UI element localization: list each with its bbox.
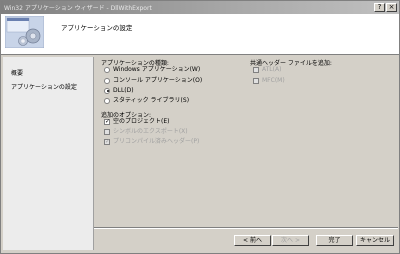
back-button[interactable]: < 前へ bbox=[234, 235, 271, 246]
radio-indicator-selected[interactable] bbox=[104, 87, 110, 94]
checkbox-precompiled-header: ✓ プリコンパイル済みヘッダー(P) bbox=[104, 137, 200, 145]
wizard-window: Win32 アプリケーション ウィザード - DllWithExport ? ×… bbox=[0, 0, 400, 254]
checkbox-atl: ATL(A) bbox=[253, 66, 281, 74]
button-divider bbox=[94, 227, 398, 229]
radio-indicator[interactable] bbox=[104, 66, 110, 73]
checkbox-indicator bbox=[253, 66, 259, 73]
radio-dll[interactable]: DLL(D) bbox=[104, 87, 134, 95]
wizard-header: アプリケーションの設定 bbox=[1, 14, 399, 55]
wizard-banner-icon bbox=[5, 16, 44, 48]
close-button[interactable]: × bbox=[386, 3, 397, 12]
radio-console-app[interactable]: コンソール アプリケーション(O) bbox=[104, 77, 202, 85]
checkbox-indicator-checked[interactable]: ✓ bbox=[104, 118, 110, 125]
help-button[interactable]: ? bbox=[374, 3, 385, 12]
wizard-sidebar: 概要 アプリケーションの設定 bbox=[3, 57, 94, 250]
sidebar-item-app-settings[interactable]: アプリケーションの設定 bbox=[11, 82, 77, 91]
checkbox-export-symbols: シンボルのエクスポート(X) bbox=[104, 128, 188, 136]
next-button: 次へ > bbox=[272, 235, 309, 246]
checkbox-empty-project[interactable]: ✓ 空のプロジェクト(E) bbox=[104, 118, 169, 126]
radio-indicator[interactable] bbox=[104, 77, 110, 84]
window-title: Win32 アプリケーション ウィザード - DllWithExport bbox=[4, 5, 152, 12]
page-title: アプリケーションの設定 bbox=[61, 24, 133, 32]
title-bar[interactable]: Win32 アプリケーション ウィザード - DllWithExport ? × bbox=[1, 1, 399, 14]
radio-windows-app[interactable]: Windows アプリケーション(W) bbox=[104, 66, 200, 74]
sidebar-item-overview[interactable]: 概要 bbox=[11, 68, 23, 77]
checkbox-indicator bbox=[253, 77, 259, 84]
finish-button[interactable]: 完了 bbox=[316, 235, 353, 246]
checkbox-mfc: MFC(M) bbox=[253, 77, 285, 85]
settings-panel: アプリケーションの種類: Windows アプリケーション(W) コンソール ア… bbox=[98, 57, 398, 227]
cancel-button[interactable]: キャンセル bbox=[356, 235, 394, 246]
radio-indicator[interactable] bbox=[104, 97, 110, 104]
checkbox-indicator bbox=[104, 128, 110, 135]
checkbox-indicator-checked: ✓ bbox=[104, 137, 111, 145]
radio-static-library[interactable]: スタティック ライブラリ(S) bbox=[104, 97, 189, 105]
